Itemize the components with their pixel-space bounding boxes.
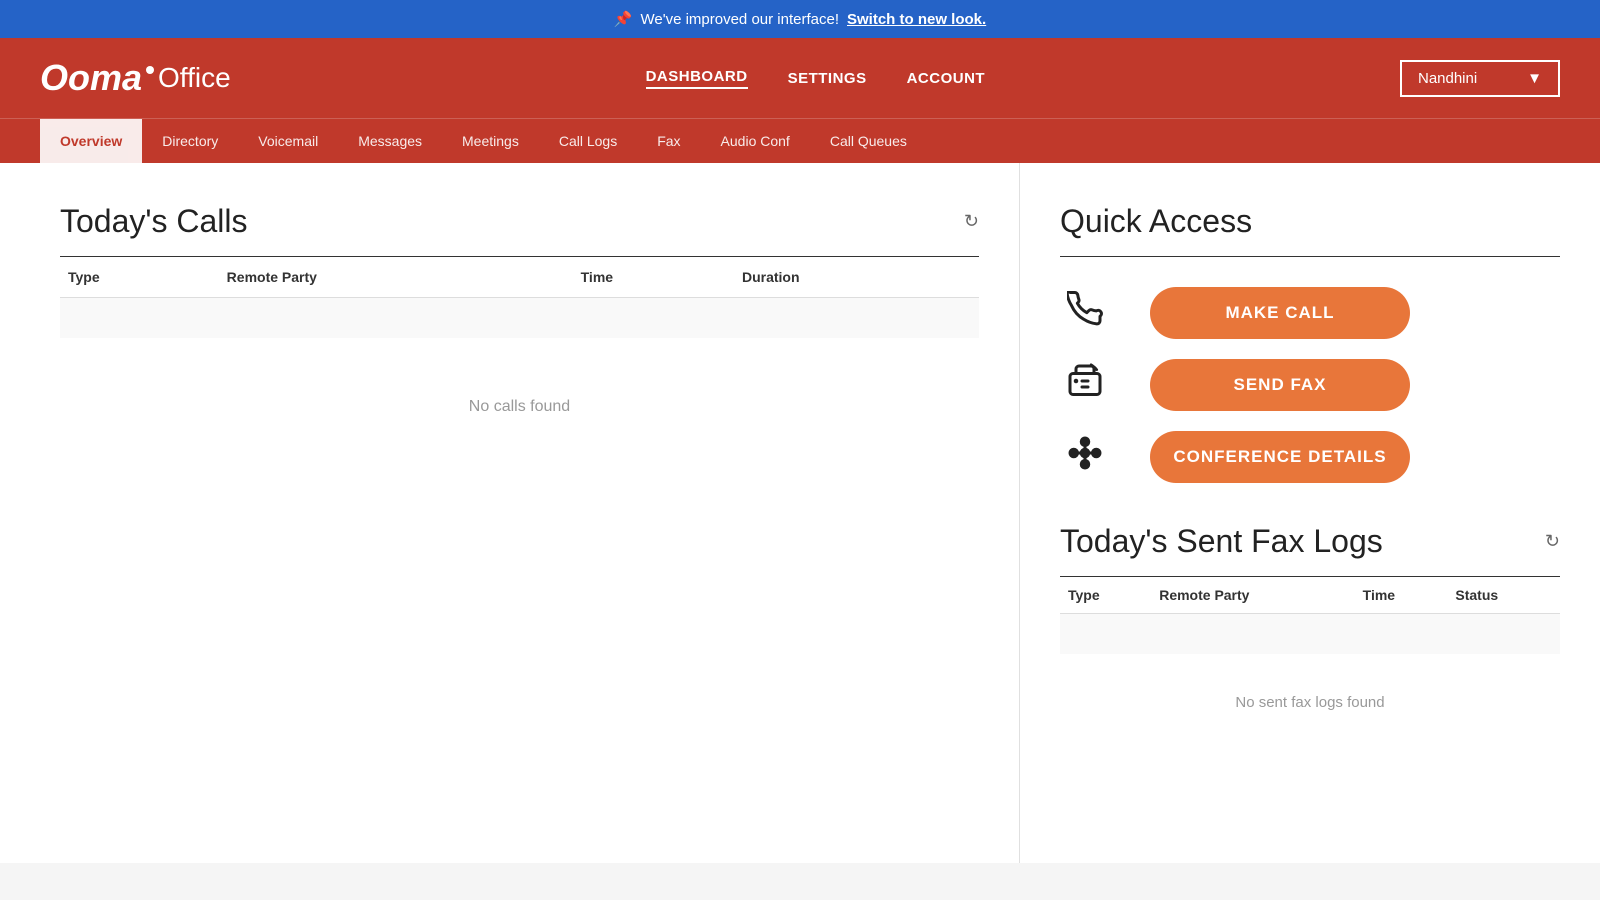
sub-nav-call-logs[interactable]: Call Logs	[539, 119, 637, 163]
fax-logs-section: Today's Sent Fax Logs ↻ Type Remote Part…	[1060, 523, 1560, 751]
dropdown-chevron-icon: ▼	[1527, 70, 1542, 87]
fax-table-header-row: Type Remote Party Time Status	[1060, 577, 1560, 614]
calls-table: Type Remote Party Time Duration	[60, 257, 979, 338]
fax-col-type: Type	[1060, 577, 1151, 614]
sub-nav-meetings[interactable]: Meetings	[442, 119, 539, 163]
sub-nav-audio-conf[interactable]: Audio Conf	[701, 119, 810, 163]
sub-nav-overview[interactable]: Overview	[40, 119, 142, 163]
make-call-row: MAKE CALL	[1060, 287, 1560, 339]
user-name: Nandhini	[1418, 70, 1477, 87]
sub-nav-messages[interactable]: Messages	[338, 119, 442, 163]
conference-icon	[1060, 435, 1110, 479]
fax-logs-title: Today's Sent Fax Logs	[1060, 523, 1383, 560]
col-duration: Duration	[734, 257, 979, 298]
quick-access-title: Quick Access	[1060, 203, 1560, 240]
user-dropdown[interactable]: Nandhini ▼	[1400, 60, 1560, 97]
quick-access-divider	[1060, 256, 1560, 257]
main-nav: DASHBOARD SETTINGS ACCOUNT	[646, 68, 986, 89]
col-time: Time	[573, 257, 734, 298]
sub-nav-fax[interactable]: Fax	[637, 119, 700, 163]
calls-title: Today's Calls	[60, 203, 248, 240]
fax-logs-table: Type Remote Party Time Status	[1060, 577, 1560, 654]
fax-col-time: Time	[1355, 577, 1448, 614]
banner-icon: 📌	[614, 10, 633, 28]
send-fax-row: SEND FAX	[1060, 359, 1560, 411]
nav-settings[interactable]: SETTINGS	[788, 70, 867, 87]
logo: Ooma Office	[40, 57, 231, 99]
logo-office: Office	[158, 62, 231, 94]
header: Ooma Office DASHBOARD SETTINGS ACCOUNT N…	[0, 38, 1600, 118]
fax-logs-refresh-icon[interactable]: ↻	[1545, 531, 1560, 552]
calls-refresh-icon[interactable]: ↻	[964, 211, 979, 232]
calls-panel: Today's Calls ↻ Type Remote Party Time D…	[0, 163, 1020, 863]
quick-access-items: MAKE CALL SEND FAX	[1060, 287, 1560, 483]
phone-icon	[1060, 291, 1110, 335]
sub-nav: Overview Directory Voicemail Messages Me…	[0, 118, 1600, 163]
fax-icon	[1060, 363, 1110, 407]
sub-nav-call-queues[interactable]: Call Queues	[810, 119, 927, 163]
fax-table-empty-row	[1060, 614, 1560, 654]
nav-account[interactable]: ACCOUNT	[907, 70, 986, 87]
right-panel: Quick Access MAKE CALL	[1020, 163, 1600, 863]
conference-details-button[interactable]: CONFERENCE DETAILS	[1150, 431, 1410, 483]
fax-col-remote-party: Remote Party	[1151, 577, 1354, 614]
main-content: Today's Calls ↻ Type Remote Party Time D…	[0, 163, 1600, 863]
logo-ooma: Ooma	[40, 57, 142, 99]
make-call-button[interactable]: MAKE CALL	[1150, 287, 1410, 339]
fax-logs-no-data: No sent fax logs found	[1060, 654, 1560, 751]
sub-nav-directory[interactable]: Directory	[142, 119, 238, 163]
top-banner: 📌 We've improved our interface! Switch t…	[0, 0, 1600, 38]
logo-dot	[146, 66, 154, 74]
banner-link[interactable]: Switch to new look.	[847, 11, 986, 28]
calls-table-header-row: Type Remote Party Time Duration	[60, 257, 979, 298]
col-remote-party: Remote Party	[219, 257, 573, 298]
user-dropdown-container[interactable]: Nandhini ▼	[1400, 60, 1560, 97]
calls-no-data: No calls found	[60, 338, 979, 476]
nav-dashboard[interactable]: DASHBOARD	[646, 68, 748, 89]
calls-section-header: Today's Calls ↻	[60, 203, 979, 240]
calls-table-empty-row	[60, 298, 979, 338]
col-type: Type	[60, 257, 219, 298]
banner-message: We've improved our interface!	[640, 11, 839, 28]
sub-nav-voicemail[interactable]: Voicemail	[238, 119, 338, 163]
fax-logs-header: Today's Sent Fax Logs ↻	[1060, 523, 1560, 560]
send-fax-button[interactable]: SEND FAX	[1150, 359, 1410, 411]
conference-details-row: CONFERENCE DETAILS	[1060, 431, 1560, 483]
fax-col-status: Status	[1447, 577, 1560, 614]
